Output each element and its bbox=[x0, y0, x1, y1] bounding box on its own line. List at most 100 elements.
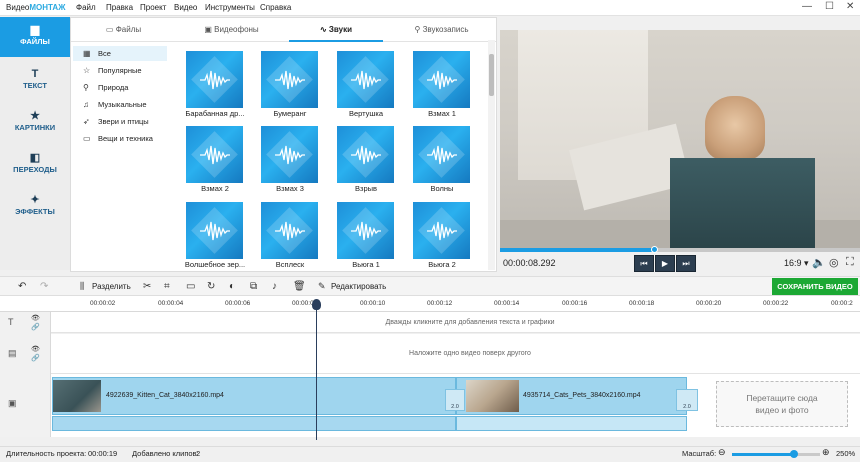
trash-icon[interactable]: 🗑 bbox=[293, 281, 306, 292]
ruler-tick: 00:00:06 bbox=[225, 300, 251, 307]
drop-zone[interactable]: Перетащите сюда видео и фото bbox=[716, 381, 848, 427]
audio-track-segment[interactable] bbox=[52, 416, 456, 431]
sound-tile-label: Взмах 3 bbox=[276, 184, 304, 193]
transition-duration: 2.0 bbox=[451, 404, 459, 410]
frame-icon[interactable]: ▭ bbox=[186, 281, 195, 292]
edit-button[interactable]: Редактировать bbox=[331, 282, 386, 291]
menu-video[interactable]: Видео bbox=[174, 3, 197, 12]
overlay-icon[interactable]: ⧉ bbox=[250, 281, 257, 292]
redo-icon[interactable]: ↷ bbox=[40, 281, 48, 292]
menu-project[interactable]: Проект bbox=[140, 3, 166, 12]
overlay-track-hint: Наложите одно видео поверх другого bbox=[409, 350, 531, 357]
track-headers bbox=[0, 312, 51, 437]
sound-tile[interactable] bbox=[413, 202, 470, 259]
sound-tile[interactable] bbox=[186, 126, 243, 183]
ruler-tick: 00:00:14 bbox=[494, 300, 520, 307]
sound-tile-label: Вертушка bbox=[348, 109, 384, 118]
menu-tools[interactable]: Инструменты bbox=[205, 3, 255, 12]
sound-tile[interactable] bbox=[337, 126, 394, 183]
sidebar-item-transitions[interactable]: ◧ ПЕРЕХОДЫ bbox=[2, 145, 68, 185]
previous-button[interactable]: ⏮ bbox=[634, 255, 654, 272]
eye-icon[interactable]: 👁 bbox=[31, 345, 40, 353]
sidebar-item-effects[interactable]: ✦ ЭФФЕКТЫ bbox=[2, 187, 68, 227]
sidebar-item-files[interactable]: ▆ ФАЙЛЫ bbox=[0, 17, 70, 57]
eye-icon[interactable]: 👁 bbox=[31, 314, 40, 322]
playback-progress-knob[interactable] bbox=[651, 246, 658, 253]
app-title-prefix: Видео bbox=[6, 3, 30, 12]
scissors-icon[interactable]: ✂ bbox=[143, 281, 151, 292]
sound-tile[interactable] bbox=[261, 202, 318, 259]
minimize-icon[interactable]: — bbox=[802, 1, 812, 12]
audio-icon[interactable]: ♪ bbox=[272, 281, 277, 292]
category-label: Все bbox=[98, 49, 111, 58]
volume-icon[interactable]: 🔈 bbox=[812, 256, 826, 269]
category-animals[interactable]: ➶ Звери и птицы bbox=[73, 114, 167, 129]
tab-label: Видеофоны bbox=[214, 25, 259, 34]
rotate-icon[interactable]: ↻ bbox=[207, 281, 215, 292]
video-bg-icon: ▣ bbox=[204, 25, 212, 34]
sound-wave-icon bbox=[351, 70, 381, 90]
category-all[interactable]: ▦ Все bbox=[73, 46, 167, 61]
tab-recording[interactable]: ⚲ Звукозапись bbox=[389, 18, 494, 42]
close-icon[interactable]: ✕ bbox=[846, 1, 854, 12]
sound-tile-label: Бумеранг bbox=[273, 109, 307, 118]
link-icon[interactable]: 🔗 bbox=[31, 354, 40, 362]
zoom-slider-knob[interactable] bbox=[790, 450, 798, 458]
audio-track-segment[interactable] bbox=[456, 416, 687, 431]
tab-label: Файлы bbox=[115, 25, 142, 34]
maximize-icon[interactable]: ☐ bbox=[825, 1, 834, 12]
category-music[interactable]: ♫ Музыкальные bbox=[73, 97, 167, 112]
tab-video-backgrounds[interactable]: ▣ Видеофоны bbox=[179, 18, 284, 42]
category-things[interactable]: ▭ Вещи и техника bbox=[73, 131, 167, 146]
sidebar-item-label: ФАЙЛЫ bbox=[20, 37, 50, 46]
menu-help[interactable]: Справка bbox=[260, 3, 291, 12]
video-track-icon: ▣ bbox=[8, 398, 17, 408]
sound-wave-icon bbox=[200, 145, 230, 165]
library-scroll-thumb[interactable] bbox=[489, 54, 494, 96]
transition-badge[interactable]: 2.0 bbox=[445, 389, 465, 411]
sound-tile[interactable] bbox=[413, 51, 470, 108]
crop-icon[interactable]: ⌗ bbox=[164, 281, 170, 292]
playhead-handle[interactable] bbox=[312, 299, 321, 310]
zoom-out-icon[interactable]: ⊖ bbox=[718, 447, 726, 458]
play-button[interactable]: ▶ bbox=[655, 255, 675, 272]
camera-icon[interactable]: ◎ bbox=[829, 256, 839, 269]
sound-tile[interactable] bbox=[261, 126, 318, 183]
save-video-button[interactable]: СОХРАНИТЬ ВИДЕО bbox=[772, 278, 858, 295]
link-icon[interactable]: 🔗 bbox=[31, 323, 40, 331]
video-preview[interactable] bbox=[500, 30, 860, 250]
sound-tile[interactable] bbox=[261, 51, 318, 108]
sound-tile[interactable] bbox=[413, 126, 470, 183]
next-button[interactable]: ⏭ bbox=[676, 255, 696, 272]
duration-value: 00:00:19 bbox=[88, 449, 118, 458]
color-icon[interactable]: ◐ bbox=[229, 281, 235, 292]
tab-files[interactable]: ▭ Файлы bbox=[71, 18, 176, 42]
menu-file[interactable]: Файл bbox=[76, 3, 96, 12]
star-icon: ★ bbox=[30, 110, 40, 122]
sidebar-item-pictures[interactable]: ★ КАРТИНКИ bbox=[2, 103, 68, 143]
aspect-ratio-select[interactable]: 16:9 ▾ bbox=[784, 258, 809, 269]
files-icon: ▭ bbox=[105, 25, 114, 34]
tab-sounds[interactable]: ∿ Звуки bbox=[289, 18, 383, 42]
sound-tile[interactable] bbox=[337, 202, 394, 259]
transition-badge[interactable]: 2.0 bbox=[676, 389, 698, 411]
menu-edit[interactable]: Правка bbox=[106, 3, 133, 12]
ruler-tick: 00:00:22 bbox=[763, 300, 789, 307]
sound-tile[interactable] bbox=[186, 51, 243, 108]
text-icon: T bbox=[31, 68, 39, 80]
library-tabs: ▭ Файлы ▣ Видеофоны ∿ Звуки ⚲ Звукозапис… bbox=[71, 18, 496, 42]
zoom-in-icon[interactable]: ⊕ bbox=[822, 447, 830, 458]
category-popular[interactable]: ☆ Популярные bbox=[73, 63, 167, 78]
sound-tile[interactable] bbox=[186, 202, 243, 259]
category-nature[interactable]: ⚲ Природа bbox=[73, 80, 167, 95]
folder-icon: ▆ bbox=[30, 24, 40, 36]
sound-tile[interactable] bbox=[337, 51, 394, 108]
sidebar-item-text[interactable]: T ТЕКСТ bbox=[2, 61, 68, 101]
ruler-tick: 00:00:2 bbox=[831, 300, 853, 307]
sound-wave-icon bbox=[427, 145, 457, 165]
fullscreen-icon[interactable]: ⛶ bbox=[846, 256, 854, 269]
clip-thumbnail bbox=[53, 380, 101, 412]
ruler-tick: 00:00:16 bbox=[562, 300, 588, 307]
split-button[interactable]: Разделить bbox=[92, 282, 131, 291]
undo-icon[interactable]: ↶ bbox=[18, 281, 26, 292]
